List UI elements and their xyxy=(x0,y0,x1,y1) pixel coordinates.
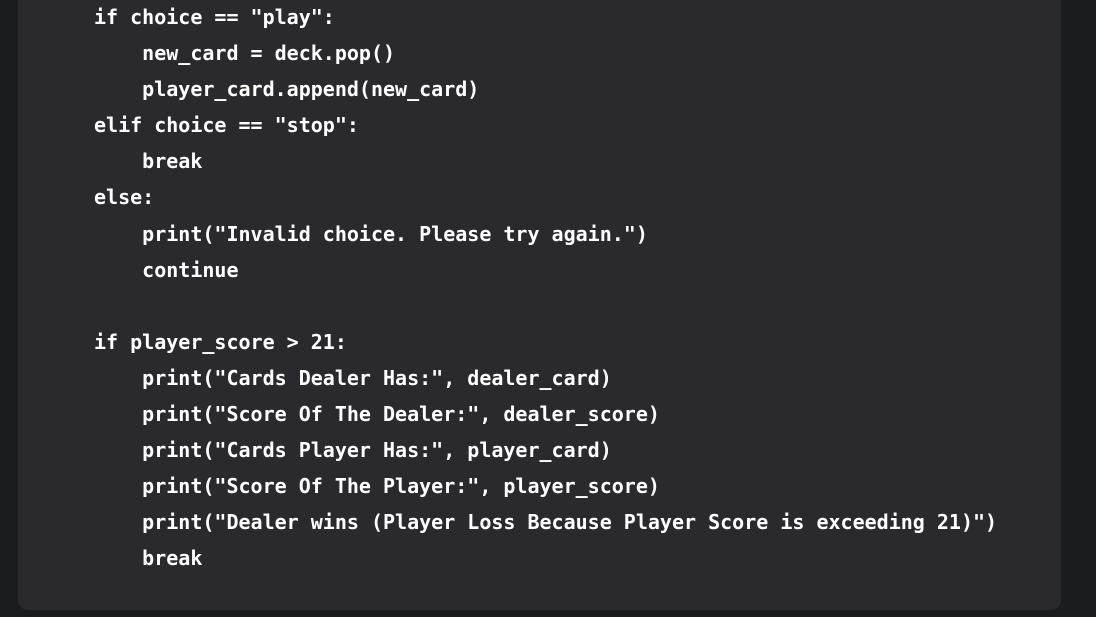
code-line: if choice == "play": xyxy=(94,5,335,29)
code-line: print("Dealer wins (Player Loss Because … xyxy=(94,510,998,535)
code-line: continue xyxy=(94,257,239,282)
code-line: print("Cards Dealer Has:", dealer_card) xyxy=(94,365,612,390)
code-line: new_card = deck.pop() xyxy=(94,41,396,66)
code-line: break xyxy=(94,149,203,174)
code-line: else: xyxy=(94,185,155,210)
code-line: print("Score Of The Dealer:", dealer_sco… xyxy=(94,402,660,427)
code-panel: if choice == "play": new_card = deck.pop… xyxy=(18,0,1061,610)
code-line: if player_score > 21: xyxy=(94,329,347,354)
code-line: player_card.append(new_card) xyxy=(94,77,480,102)
code-line: break xyxy=(94,546,203,571)
code-line: print("Score Of The Player:", player_sco… xyxy=(94,474,660,499)
code-line: print("Invalid choice. Please try again.… xyxy=(94,221,648,246)
code-line: print("Cards Player Has:", player_card) xyxy=(94,438,612,463)
code-line: elif choice == "stop": xyxy=(94,113,359,138)
code-block[interactable]: if choice == "play": new_card = deck.pop… xyxy=(94,0,997,577)
